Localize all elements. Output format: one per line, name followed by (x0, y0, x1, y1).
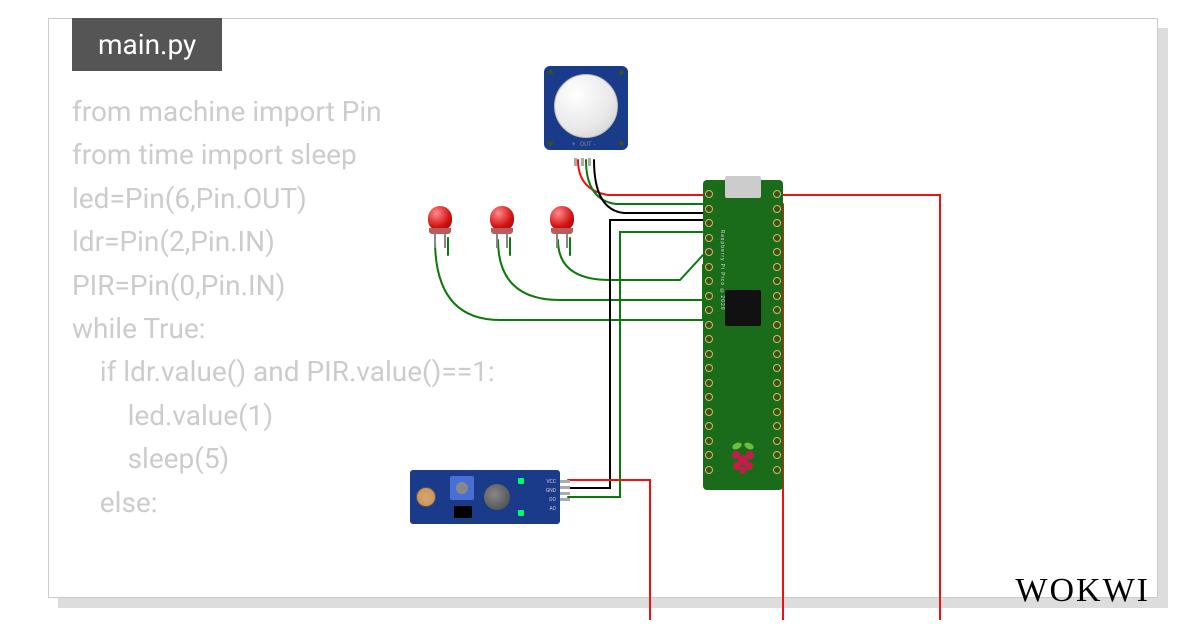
wire-green (498, 240, 703, 300)
pin-hole-icon (773, 205, 781, 213)
pin-hole-icon (773, 234, 781, 242)
pin-hole-icon (705, 190, 713, 198)
photoresistor-icon (416, 487, 436, 507)
pir-sensor[interactable]: + OUT - (544, 66, 628, 158)
led-base (429, 228, 451, 234)
pir-pin-label: + (572, 141, 575, 148)
code-line: from machine import Pin (72, 95, 382, 128)
pin-hole-icon (773, 364, 781, 372)
pin-hole-icon (773, 190, 781, 198)
pin-hole-icon (773, 350, 781, 358)
led-bulb-icon (428, 206, 452, 230)
pin-hole-icon (773, 393, 781, 401)
pir-pin-label: OUT (580, 141, 592, 148)
pin-hole-icon (773, 263, 781, 271)
wire-black (594, 160, 703, 213)
led-red[interactable] (550, 206, 574, 240)
circuit-canvas[interactable]: + OUT - VCC GND DO AO (420, 60, 1140, 600)
code-line: sleep(5) (72, 442, 229, 475)
pin-hole-icon (773, 219, 781, 227)
pin-hole-icon (705, 393, 713, 401)
pin-hole-icon (705, 379, 713, 387)
wire-black (568, 220, 703, 488)
pin-hole-icon (773, 451, 781, 459)
mounting-hole-icon (619, 141, 624, 146)
pir-dome-icon (554, 74, 618, 138)
pin-hole-icon (773, 379, 781, 387)
pin-hole-icon (773, 321, 781, 329)
mounting-hole-icon (548, 70, 553, 75)
component-icon (484, 484, 510, 510)
code-line: led.value(1) (72, 399, 273, 432)
pin-hole-icon (705, 466, 713, 474)
wire-green (586, 160, 703, 204)
code-line: ldr=Pin(2,Pin.IN) (72, 225, 275, 258)
pin-hole-icon (705, 292, 713, 300)
pin-hole-icon (773, 335, 781, 343)
pin-hole-icon (773, 408, 781, 416)
pir-board: + OUT - (544, 66, 628, 150)
ldr-pin-label: DO (549, 497, 556, 503)
status-led-icon (518, 510, 524, 516)
ldr-pin-label: AO (549, 506, 556, 512)
pir-pin-label: - (594, 141, 596, 148)
pin-hole-icon (705, 408, 713, 416)
pin-hole-icon (705, 234, 713, 242)
pin-hole-icon (705, 306, 713, 314)
status-led-icon (518, 478, 524, 484)
pin-hole-icon (773, 248, 781, 256)
pin-hole-icon (773, 422, 781, 430)
pin-hole-icon (705, 321, 713, 329)
pin-hole-icon (705, 451, 713, 459)
led-red[interactable] (490, 206, 514, 240)
code-line: else: (72, 486, 158, 519)
pin-hole-icon (705, 422, 713, 430)
pin-hole-icon (705, 277, 713, 285)
pin-hole-icon (773, 437, 781, 445)
ldr-module[interactable]: VCC GND DO AO (410, 470, 560, 524)
ic-chip-icon (454, 506, 472, 518)
mounting-hole-icon (619, 70, 624, 75)
pin-hole-icon (705, 219, 713, 227)
pico-silk-text: Raspberry Pi Pico ©2020 (719, 230, 725, 311)
led-base (491, 228, 513, 234)
raspberry-pi-pico[interactable]: Raspberry Pi Pico ©2020 (703, 180, 783, 490)
code-line: PIR=Pin(0,Pin.IN) (72, 269, 285, 302)
pin-hole-icon (773, 292, 781, 300)
wire-red (783, 195, 940, 620)
pin-hole-icon (705, 350, 713, 358)
usb-connector-icon (725, 176, 761, 198)
code-line: while True: (72, 312, 206, 345)
ldr-header-pins (560, 480, 570, 514)
rp2040-chip-icon (725, 290, 761, 326)
pir-pins (574, 158, 598, 166)
file-tab[interactable]: main.py (72, 18, 222, 71)
mounting-hole-icon (548, 141, 553, 146)
code-line: from time import sleep (72, 138, 357, 171)
wire-green (558, 240, 703, 280)
pin-hole-icon (773, 277, 781, 285)
ldr-pin-label: GND (546, 488, 556, 494)
wire-red (568, 480, 650, 620)
code-line: led=Pin(6,Pin.OUT) (72, 182, 307, 215)
pin-hole-icon (773, 306, 781, 314)
raspberry-pi-logo-icon (727, 440, 759, 476)
led-red[interactable] (428, 206, 452, 240)
led-bulb-icon (550, 206, 574, 230)
brand-logo: WOKWI (1015, 572, 1150, 610)
potentiometer-icon[interactable] (450, 476, 474, 500)
pin-hole-icon (705, 364, 713, 372)
pin-hole-icon (773, 466, 781, 474)
wire-green (568, 232, 703, 497)
led-base (551, 228, 573, 234)
pin-hole-icon (705, 248, 713, 256)
pin-hole-icon (705, 263, 713, 271)
pin-hole-icon (705, 205, 713, 213)
pin-hole-icon (705, 437, 713, 445)
brand-name: WOKWI (1015, 572, 1150, 609)
led-bulb-icon (490, 206, 514, 230)
ldr-pin-label: VCC (546, 479, 556, 485)
pin-hole-icon (705, 335, 713, 343)
file-tab-label: main.py (98, 28, 196, 61)
